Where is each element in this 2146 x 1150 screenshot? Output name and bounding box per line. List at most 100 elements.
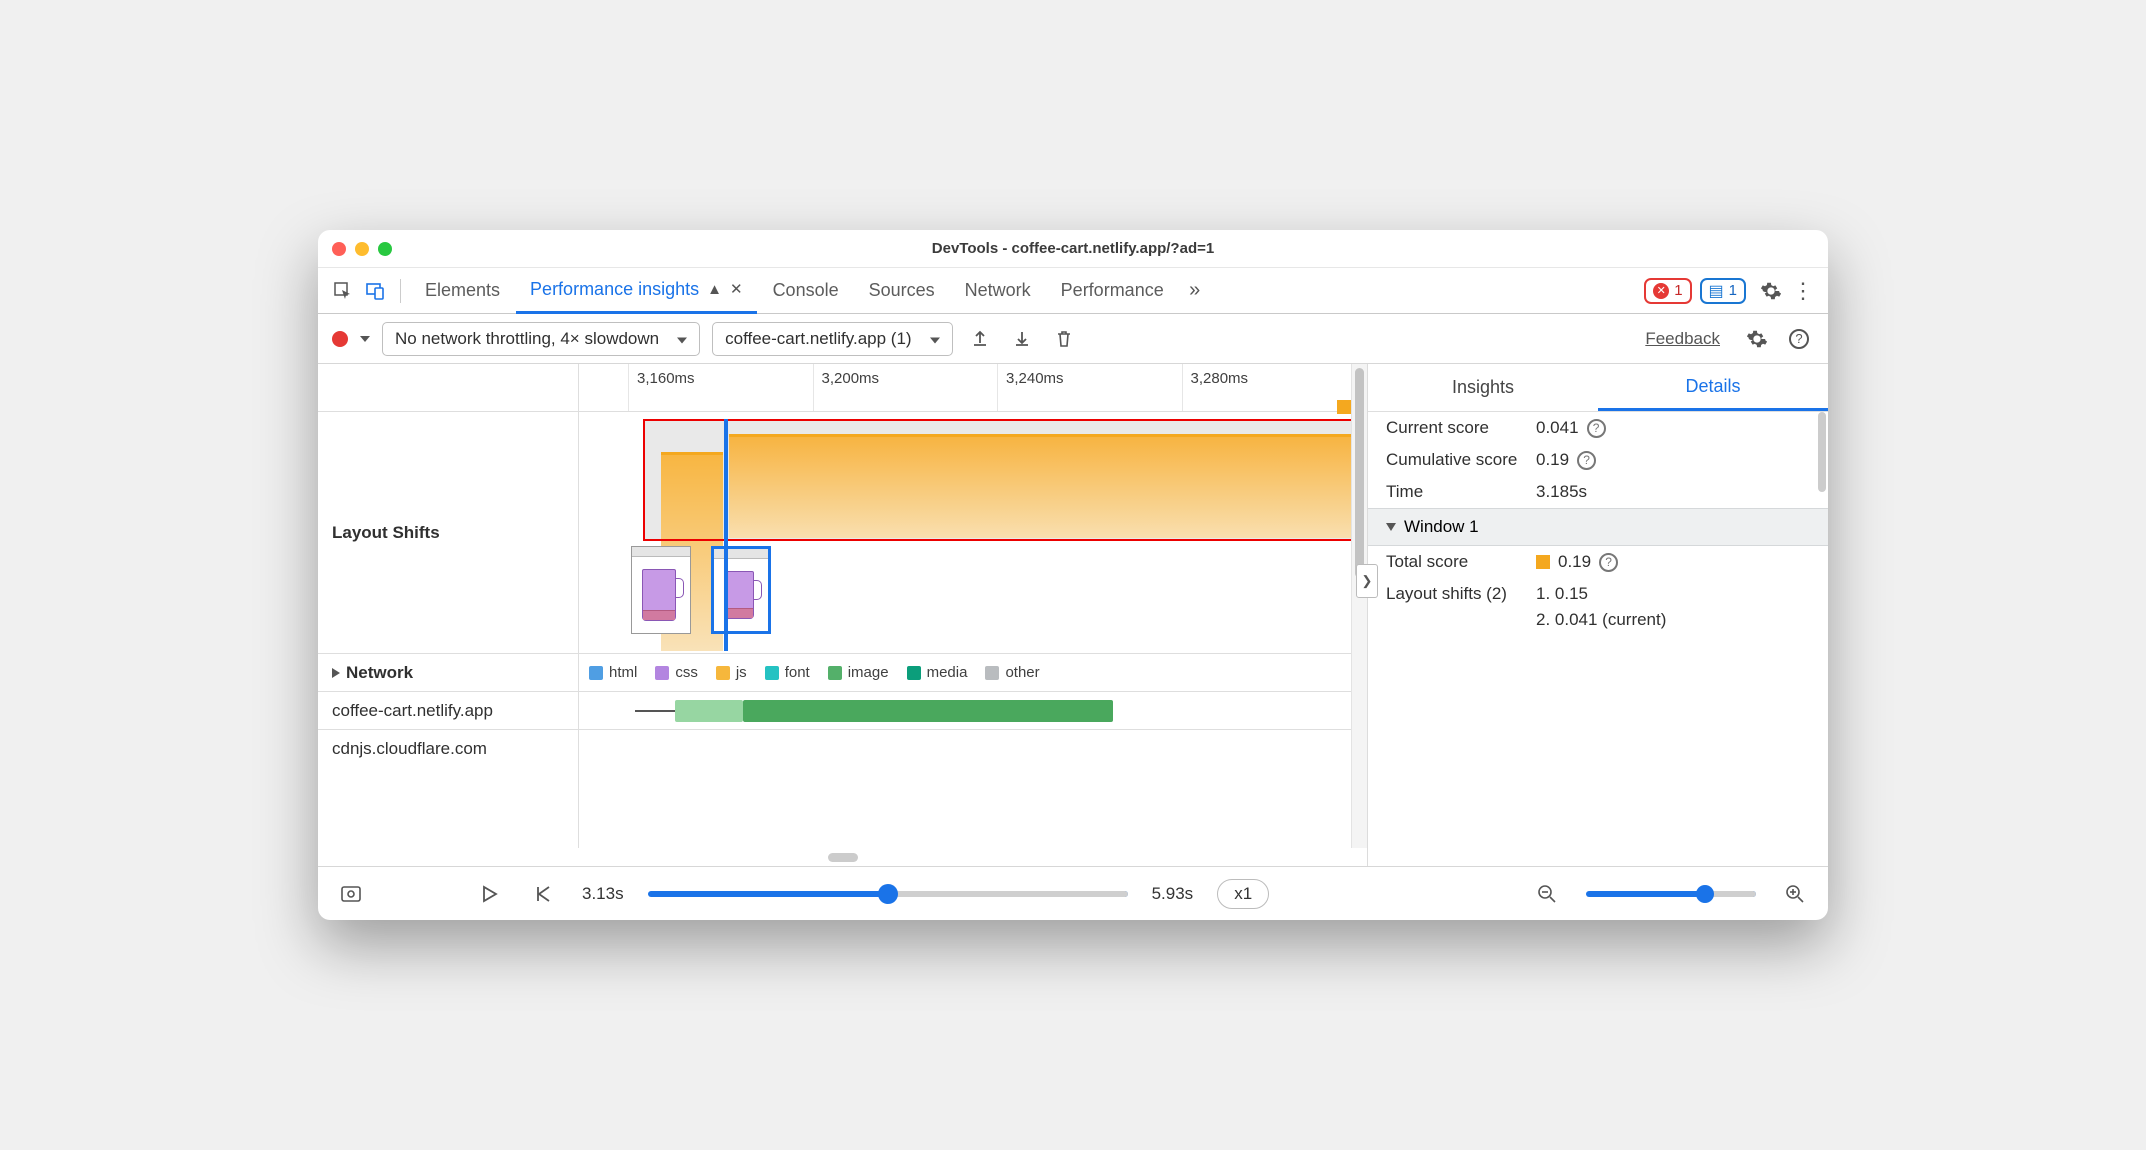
playback-footer: 3.13s 5.93s x1 — [318, 866, 1828, 920]
feedback-link[interactable]: Feedback — [1645, 329, 1720, 349]
tick-0: 3,160ms — [629, 364, 814, 411]
network-row-1[interactable] — [579, 730, 1367, 768]
zoom-out-icon[interactable] — [1532, 879, 1562, 909]
rewind-icon[interactable] — [528, 879, 558, 909]
layout-row[interactable] — [579, 412, 1367, 654]
error-count-pill[interactable]: ✕ 1 — [1644, 278, 1691, 304]
ruler-spacer — [318, 364, 578, 412]
time-start: 3.13s — [582, 884, 624, 904]
collapse-panel-icon[interactable]: ❯ — [1356, 564, 1378, 598]
tick-1: 3,200ms — [814, 364, 999, 411]
error-count: 1 — [1674, 282, 1682, 299]
network-label[interactable]: Network — [318, 654, 578, 692]
track-labels: Layout Shifts Network coffee-cart.netlif… — [318, 364, 578, 848]
swatch-icon — [589, 666, 603, 680]
tab-console[interactable]: Console — [759, 268, 853, 314]
legend-label: media — [927, 664, 968, 681]
thumb-1[interactable] — [631, 546, 691, 634]
slider-knob[interactable] — [878, 884, 898, 904]
timeline-area: Layout Shifts Network coffee-cart.netlif… — [318, 364, 1367, 848]
info-count-pill[interactable]: ▤ 1 — [1700, 278, 1746, 304]
legend-css: css — [655, 664, 698, 681]
track-body[interactable]: 3,160ms 3,200ms 3,240ms 3,280ms — [578, 364, 1367, 848]
tab-network[interactable]: Network — [951, 268, 1045, 314]
host-row-0: coffee-cart.netlify.app — [318, 692, 578, 730]
legend-label: other — [1005, 664, 1039, 681]
legend-label: js — [736, 664, 747, 681]
record-menu-icon[interactable] — [360, 336, 370, 342]
time-ruler[interactable]: 3,160ms 3,200ms 3,240ms 3,280ms — [579, 364, 1367, 412]
window-title: DevTools - coffee-cart.netlify.app/?ad=1 — [318, 240, 1828, 257]
swatch-icon — [907, 666, 921, 680]
help-icon[interactable]: ? — [1587, 419, 1606, 438]
legend-js: js — [716, 664, 747, 681]
tab-performance[interactable]: Performance — [1047, 268, 1178, 314]
tick-2: 3,240ms — [998, 364, 1183, 411]
kv-layout-shifts: Layout shifts (2) 1. 0.15 2. 0.041 (curr… — [1368, 578, 1828, 636]
timeline-tracks: Layout Shifts Network coffee-cart.netlif… — [318, 364, 1368, 866]
help-icon[interactable]: ? — [1784, 324, 1814, 354]
horizontal-drag-handle[interactable] — [318, 848, 1367, 866]
device-toggle-icon[interactable] — [360, 276, 390, 306]
side-tab-details[interactable]: Details — [1598, 364, 1828, 411]
tab-sources[interactable]: Sources — [855, 268, 949, 314]
import-icon[interactable] — [1007, 324, 1037, 354]
window-minimize-icon[interactable] — [355, 242, 369, 256]
speed-chip[interactable]: x1 — [1217, 879, 1269, 909]
traffic-lights — [318, 242, 392, 256]
help-icon[interactable]: ? — [1577, 451, 1596, 470]
legend-font: font — [765, 664, 810, 681]
panel-settings-icon[interactable] — [1742, 324, 1772, 354]
swatch-icon — [765, 666, 779, 680]
legend-label: html — [609, 664, 637, 681]
titlebar: DevTools - coffee-cart.netlify.app/?ad=1 — [318, 230, 1828, 268]
zoom-slider[interactable] — [1586, 891, 1756, 897]
throttling-select[interactable]: No network throttling, 4× slowdown — [382, 322, 700, 356]
swatch-icon — [828, 666, 842, 680]
recording-select[interactable]: coffee-cart.netlify.app (1) — [712, 322, 952, 356]
devtools-tabbar: Elements Performance insights ▲ ✕ Consol… — [318, 268, 1828, 314]
side-scrollbar[interactable] — [1818, 412, 1826, 492]
playhead-line[interactable] — [724, 419, 728, 651]
more-tabs-icon[interactable]: » — [1180, 276, 1210, 306]
side-tab-insights[interactable]: Insights — [1368, 364, 1598, 411]
zoom-knob[interactable] — [1696, 885, 1714, 903]
error-icon: ✕ — [1653, 283, 1669, 299]
time-end: 5.93s — [1152, 884, 1194, 904]
network-label-text: Network — [346, 663, 413, 683]
shift-item-1[interactable]: 2. 0.041 (current) — [1536, 610, 1666, 630]
scrollbar-thumb[interactable] — [1355, 368, 1364, 578]
play-icon[interactable] — [474, 879, 504, 909]
divider — [400, 279, 401, 303]
tab-elements[interactable]: Elements — [411, 268, 514, 314]
window-maximize-icon[interactable] — [378, 242, 392, 256]
shift-item-0[interactable]: 1. 0.15 — [1536, 584, 1588, 604]
export-icon[interactable] — [965, 324, 995, 354]
preview-toggle-icon[interactable] — [336, 879, 366, 909]
track-scrollbar[interactable] — [1351, 364, 1367, 848]
time-slider[interactable] — [648, 891, 1128, 897]
thumb-2[interactable] — [711, 546, 771, 634]
window-section[interactable]: Window 1 — [1368, 508, 1828, 546]
minimap-marker — [1337, 400, 1351, 414]
close-tab-icon[interactable]: ✕ — [730, 280, 743, 298]
network-row-0[interactable] — [579, 692, 1367, 730]
legend-image: image — [828, 664, 889, 681]
kebab-menu-icon[interactable]: ⋮ — [1788, 276, 1818, 306]
details-panel: ❯ Insights Details Current score 0.041? … — [1368, 364, 1828, 866]
kv-cumulative: Cumulative score 0.19? — [1368, 444, 1828, 476]
inspect-icon[interactable] — [328, 276, 358, 306]
legend-other: other — [985, 664, 1039, 681]
kv-current-score: Current score 0.041? — [1368, 412, 1828, 444]
help-icon[interactable]: ? — [1599, 553, 1618, 572]
swatch-icon — [985, 666, 999, 680]
delete-icon[interactable] — [1049, 324, 1079, 354]
tab-performance-insights[interactable]: Performance insights ▲ ✕ — [516, 268, 757, 314]
host-row-1: cdnjs.cloudflare.com — [318, 730, 578, 768]
zoom-in-icon[interactable] — [1780, 879, 1810, 909]
legend-html: html — [589, 664, 637, 681]
window-close-icon[interactable] — [332, 242, 346, 256]
record-button[interactable] — [332, 331, 348, 347]
settings-icon[interactable] — [1756, 276, 1786, 306]
layout-shifts-label: Layout Shifts — [318, 412, 578, 654]
